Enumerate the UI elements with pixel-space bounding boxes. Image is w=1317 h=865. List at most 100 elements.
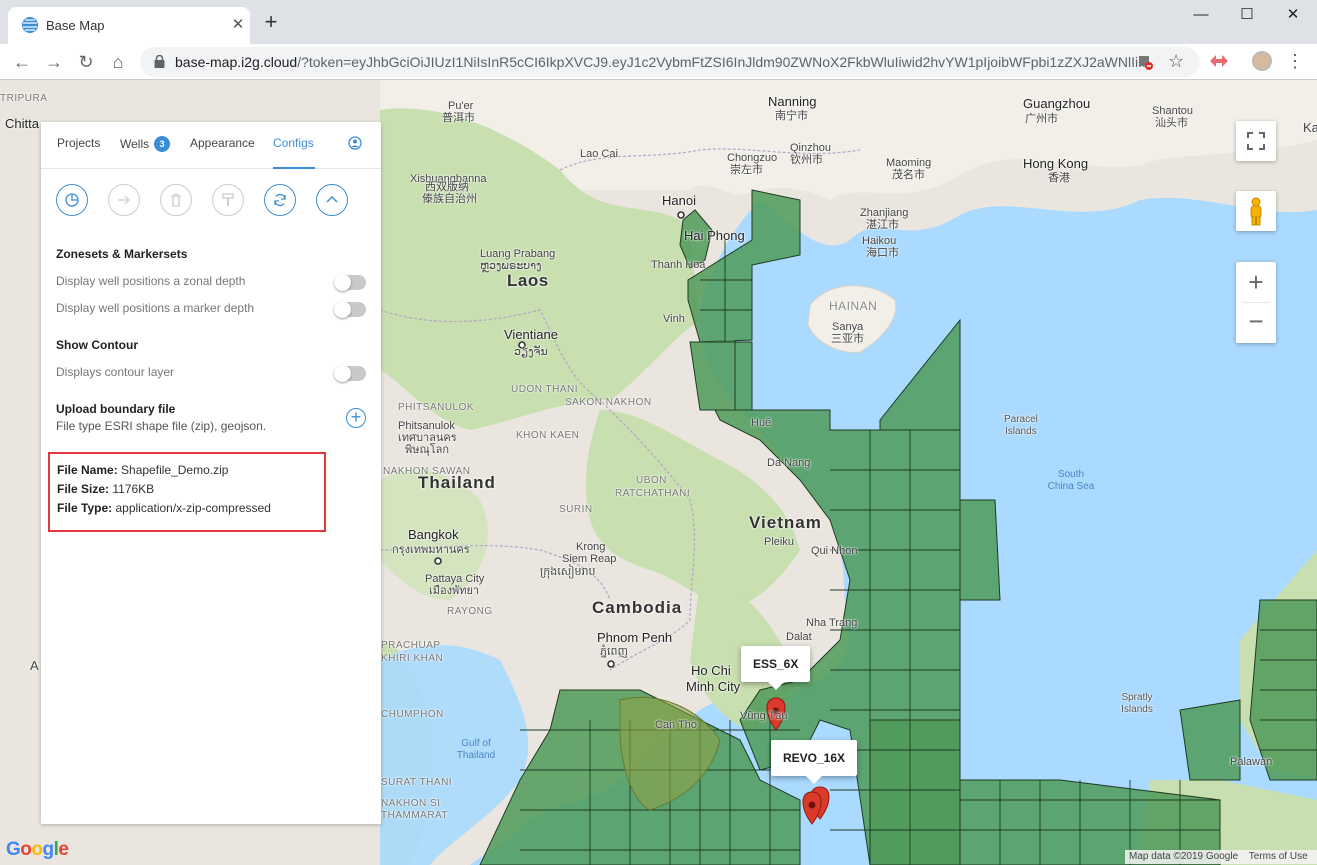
map-label: KHIRI KHAN — [381, 653, 444, 664]
map-label: 香港 — [1048, 172, 1070, 184]
map-label: เทศบาลนคร — [398, 432, 457, 444]
map-label: Hong Kong — [1023, 156, 1089, 171]
map-label: Zhanjiang — [860, 207, 909, 219]
file-name-row: File Name: Shapefile_Demo.zip — [57, 463, 229, 477]
zonal-depth-toggle[interactable] — [334, 274, 366, 291]
map-label: UDON THANI — [511, 384, 579, 395]
map-label: KHON KAEN — [516, 430, 580, 441]
new-tab-button[interactable]: + — [260, 11, 282, 34]
zoom-in-button[interactable]: + — [1236, 262, 1276, 302]
map-label: Hai Phong — [684, 228, 745, 243]
map-label: เมืองพัทยา — [429, 585, 480, 597]
user-icon[interactable] — [348, 136, 362, 150]
map-label: PRACHUAP — [381, 640, 441, 651]
file-info-box: File Name: Shapefile_Demo.zip File Size:… — [48, 452, 326, 532]
reload-icon[interactable]: ↻ — [74, 50, 98, 74]
well-popup-revo-16x[interactable]: REVO_16X — [771, 740, 858, 784]
map-label: Paracel — [1004, 414, 1038, 425]
map-label: Thailand — [418, 473, 496, 492]
map-label: Cambodia — [592, 598, 683, 617]
contour-layer-toggle[interactable] — [334, 365, 366, 382]
google-logo-letter: o — [20, 839, 32, 860]
url-field[interactable]: base-map.i2g.cloud/?token=eyJhbGciOiJIUz… — [140, 47, 1200, 77]
map-label: Huế — [751, 417, 772, 429]
paint-roller-icon — [222, 193, 234, 206]
map-label: NAKHON SI — [381, 798, 441, 809]
zonal-depth-label: Display well positions a zonal depth — [56, 274, 246, 288]
tab-wells[interactable]: Wells 3 — [120, 136, 171, 169]
map-label: Chitta — [5, 116, 39, 131]
tab-appearance[interactable]: Appearance — [190, 136, 255, 169]
map-label: Minh City — [686, 679, 741, 694]
map-label: 广州市 — [1025, 113, 1058, 125]
street-view-button[interactable] — [1236, 191, 1276, 231]
map-label: 南宁市 — [775, 110, 808, 122]
refresh-button[interactable] — [264, 184, 296, 216]
address-bar: ← → ↻ ⌂ base-map.i2g.cloud/?token=eyJhbG… — [0, 44, 1317, 80]
collapse-button[interactable] — [316, 184, 348, 216]
map-label: Shantou — [1152, 105, 1193, 117]
map-label: 湛江市 — [866, 219, 899, 231]
blocked-content-icon[interactable] — [1137, 54, 1153, 70]
lock-icon — [154, 55, 165, 68]
home-icon[interactable]: ⌂ — [106, 50, 130, 74]
map-label: THAMMARAT — [381, 810, 449, 821]
maximize-button[interactable]: ☐ — [1224, 0, 1270, 30]
map-label: A — [30, 658, 39, 673]
contour-title: Show Contour — [56, 338, 138, 352]
back-icon[interactable]: ← — [10, 50, 34, 74]
browser-menu-icon[interactable]: ⋮ — [1286, 51, 1304, 72]
browser-tab-bar: Base Map ✕ + — ☐ ✕ — [0, 0, 1317, 44]
terms-link[interactable]: Terms of Use — [1249, 851, 1308, 862]
browser-tab[interactable]: Base Map ✕ — [8, 7, 250, 44]
map-label: 茂名市 — [892, 169, 925, 181]
map-label: Vietnam — [749, 513, 822, 532]
marker-depth-toggle[interactable] — [334, 301, 366, 318]
minimize-button[interactable]: — — [1178, 0, 1224, 30]
google-logo-letter: G — [6, 839, 21, 860]
profile-avatar[interactable] — [1252, 51, 1272, 71]
map-label: Qinzhou — [790, 142, 831, 154]
marker-depth-label: Display well positions a marker depth — [56, 301, 255, 315]
map-label: Phnom Penh — [597, 630, 673, 645]
map-label: UBON — [636, 475, 667, 486]
fullscreen-button[interactable] — [1236, 121, 1276, 161]
map-label: Nha Trang — [806, 617, 858, 629]
extension-icon[interactable] — [1207, 50, 1229, 72]
window-close-button[interactable]: ✕ — [1270, 0, 1316, 30]
upload-add-button[interactable]: + — [346, 408, 366, 428]
map-label: Vũng Tàu — [740, 710, 788, 722]
map-label: Dalat — [786, 631, 812, 643]
configs-panel: Projects Wells 3 Appearance Configs Zone… — [41, 122, 381, 824]
pie-chart-button[interactable] — [56, 184, 88, 216]
zoom-control: + − — [1236, 262, 1276, 343]
bookmark-star-icon[interactable]: ☆ — [1168, 51, 1184, 72]
fullscreen-icon — [1247, 132, 1265, 150]
arrow-right-icon — [118, 195, 130, 205]
map-label: Da Nang — [767, 457, 811, 469]
paint-button[interactable] — [212, 184, 244, 216]
arrow-right-button[interactable] — [108, 184, 140, 216]
tab-close-icon[interactable]: ✕ — [228, 15, 248, 35]
wells-count-badge: 3 — [154, 136, 171, 152]
attribution-text: Map data ©2019 Google — [1129, 851, 1239, 862]
map-label: Nanning — [768, 94, 817, 109]
trash-icon — [171, 193, 181, 207]
upload-title: Upload boundary file — [56, 402, 176, 416]
tab-projects[interactable]: Projects — [57, 136, 100, 169]
well-popup-ess-6x[interactable]: ESS_6X — [741, 646, 811, 690]
map-label: Laos — [507, 271, 549, 290]
delete-button[interactable] — [160, 184, 192, 216]
zoom-out-button[interactable]: − — [1236, 303, 1276, 343]
map-label: RAYONG — [447, 606, 493, 617]
map-label: CHUMPHON — [381, 709, 444, 720]
map-label: Vinh — [663, 313, 685, 325]
google-logo[interactable]: Google — [6, 839, 69, 861]
map-label: พิษณุโลก — [405, 444, 450, 456]
map-label: SAKON NAKHON — [565, 397, 652, 408]
url-text: base-map.i2g.cloud/?token=eyJhbGciOiJIUz… — [175, 54, 1150, 70]
forward-icon[interactable]: → — [42, 50, 66, 74]
map-label: Gulf of — [461, 738, 491, 749]
tab-configs[interactable]: Configs — [273, 136, 315, 169]
map-label: Chongzuo — [727, 152, 778, 164]
